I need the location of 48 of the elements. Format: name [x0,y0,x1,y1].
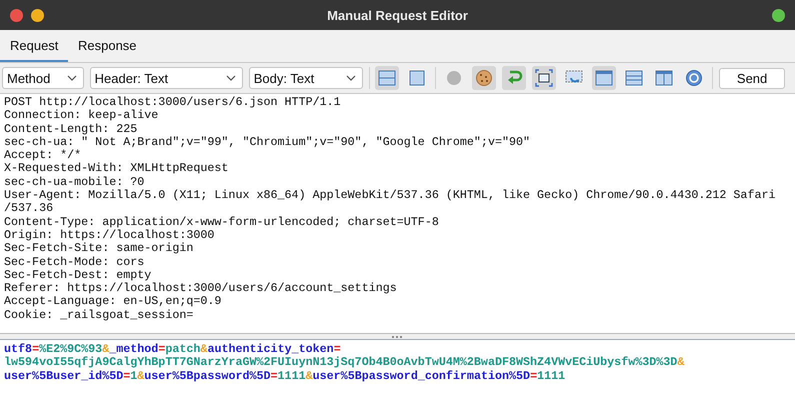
splitter-handle[interactable] [0,333,795,340]
header-line: Referer: https://localhost:3000/users/6/account_settings [4,282,398,296]
dropdown[interactable]: Method [2,67,84,89]
chevron-down-icon [66,75,77,81]
dropdown[interactable]: Header: Text [90,67,243,89]
tab[interactable]: Request [0,30,68,62]
header-line: Content-Length: 225 [4,122,138,136]
header-line: X-Requested-With: XMLHttpRequest [4,162,230,176]
header-line: Cookie: _railsgoat_session= [4,308,194,322]
header-line: Accept-Language: en-US,en;q=0.9 [4,295,222,309]
dropdown[interactable]: Body: Text [248,67,363,89]
header-line: User-Agent: Mozilla/5.0 (X11; Linux x86_64) AppleWebKit/537.36 (KHTML, like Gecko) Chrome/90.0.4430.212 Safari [4,189,777,202]
toolbar-button[interactable] [592,66,616,90]
close-button[interactable] [10,8,23,22]
body-line: lw594voI55qfjA9CalgYhBpTT7GNarzYraGW%2FUIuynN13jSq7Ob4B0oAvbTwU4M%2BwaDF8WShZ4VWvECiUbysfw%3D%3D& [4,356,686,370]
chevron-down-icon [226,75,236,81]
chevron-down-icon [346,75,356,81]
split-pane-icon [377,68,398,88]
rows-layout-icon [624,68,644,88]
cookie-icon [474,68,494,88]
body-line: utf8=%E2%9C%93&_method=patch&authenticity_token= [4,343,342,356]
body-line: user%5Buser_id%5D=1&user%5Bpassword%5D=1111&user%5Bpassword_confirmation%5D=1111 [4,370,566,383]
send-button[interactable]: Send [719,68,785,88]
header-line: Sec-Fetch-Dest: empty [4,268,152,282]
header-editor[interactable] [0,94,795,333]
tab[interactable]: Response [68,30,147,62]
maximize-button[interactable] [772,8,785,22]
fullscreen-icon [534,68,554,88]
header-line: Connection: keep-alive [4,109,160,123]
header-line: /537.36 [4,202,54,216]
header-line: Sec-Fetch-Mode: cors [4,256,146,269]
columns-layout-icon [654,68,674,88]
header-line: Content-Type: application/x-www-form-urlencoded; charset=UTF-8 [4,216,440,229]
header-line: Sec-Fetch-Site: same-origin [4,242,194,256]
minimize-button[interactable] [31,8,44,22]
toolbar-button[interactable] [375,66,400,90]
help-icon [684,68,704,88]
header-line: sec-ch-ua-mobile: ?0 [4,176,146,190]
window-title: Manual Request Editor [326,8,469,22]
header-line: Accept: */* [4,149,82,162]
header-line: sec-ch-ua: " Not A;Brand";v="99", "Chromium";v="90", "Google Chrome";v="90" [4,136,532,150]
toolbar-button[interactable] [472,66,496,90]
window-icon [594,68,614,88]
toolbar-button[interactable] [532,66,556,90]
body-editor[interactable] [0,340,795,401]
header-line: Origin: https://localhost:3000 [4,228,216,242]
window-icon [407,68,428,88]
header-line: POST http://localhost:3000/users/6.json HTTP/1.1 [4,96,342,110]
